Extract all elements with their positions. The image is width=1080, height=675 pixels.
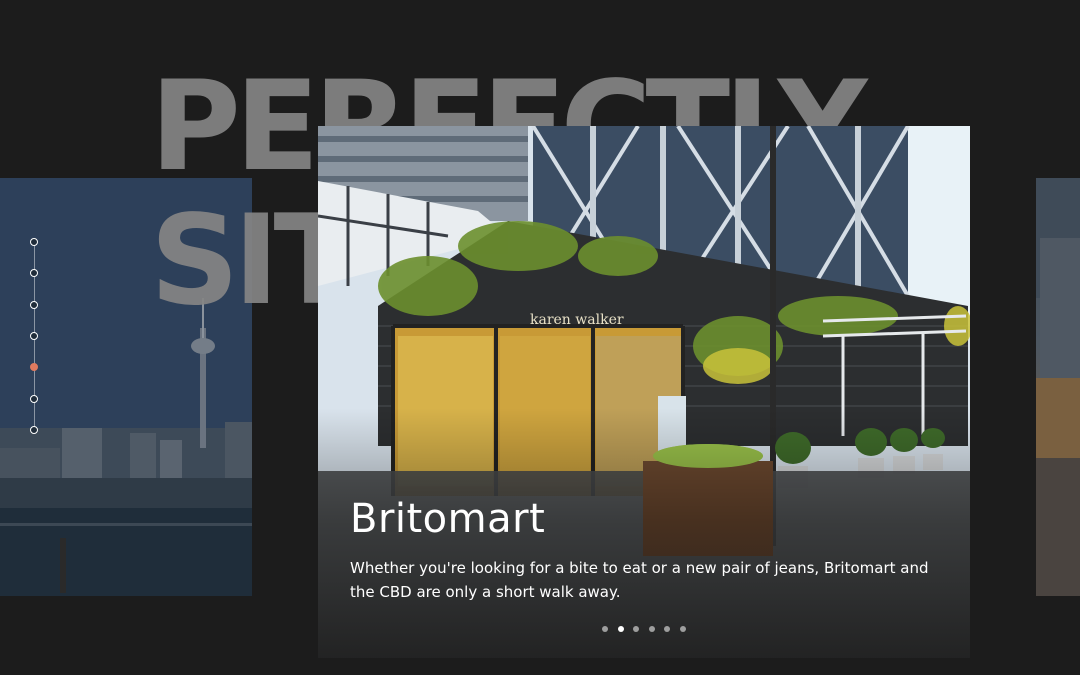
pager-dot-3[interactable]	[633, 626, 639, 632]
pager-dot-2[interactable]	[617, 626, 624, 632]
section-dot-5[interactable]	[30, 363, 38, 372]
pager-dot-5[interactable]	[664, 626, 670, 632]
section-dot-3[interactable]	[30, 300, 38, 309]
store-sign: karen walker	[530, 312, 624, 328]
next-slide-image	[1036, 178, 1080, 596]
slide-title: Britomart	[350, 496, 546, 542]
slide-card: karen walker Britomart Whether you're lo…	[318, 126, 970, 658]
slide-pager	[602, 626, 692, 634]
section-dot-2[interactable]	[30, 269, 38, 278]
section-dot-6[interactable]	[30, 394, 38, 403]
section-dot-7[interactable]	[30, 425, 38, 434]
section-dot-nav	[28, 238, 42, 438]
section-dot-1[interactable]	[30, 238, 38, 246]
next-slide-preview[interactable]	[1036, 178, 1080, 596]
section-dot-4[interactable]	[30, 331, 38, 340]
pager-dot-1[interactable]	[602, 626, 608, 632]
pager-dot-6[interactable]	[679, 626, 686, 632]
slide-description: Whether you're looking for a bite to eat…	[350, 559, 929, 601]
pager-dot-4[interactable]	[648, 626, 655, 632]
